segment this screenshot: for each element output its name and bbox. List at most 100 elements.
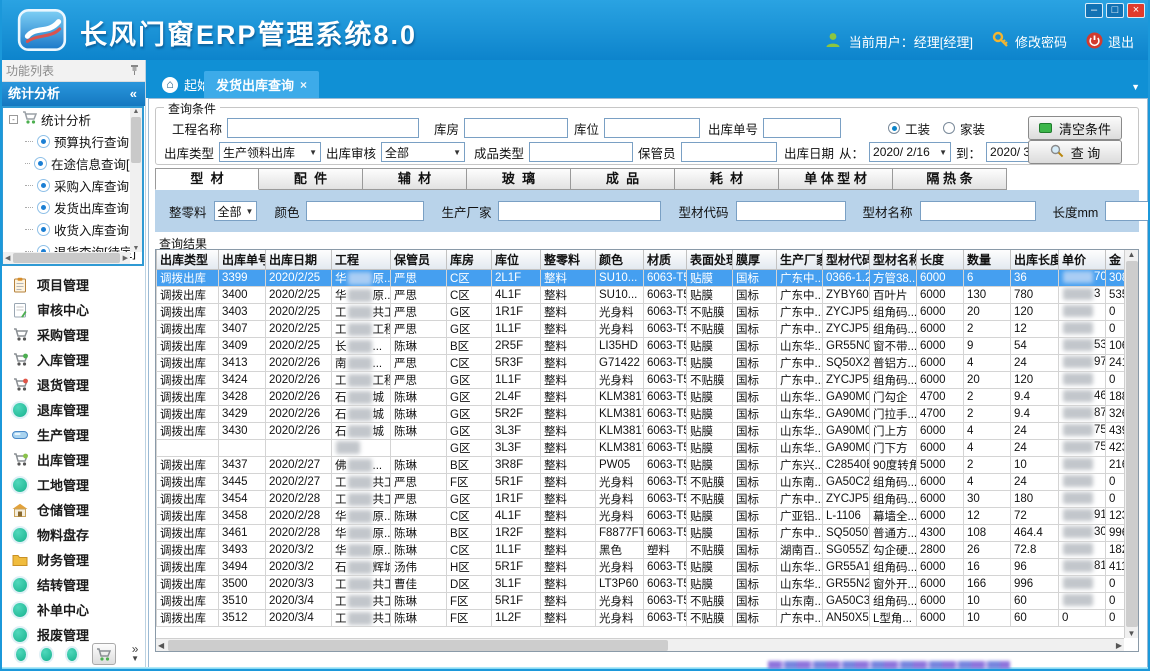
tree-item[interactable]: 在途信息查询[待 [3, 152, 142, 174]
close-button[interactable]: × [1127, 3, 1145, 18]
table-vertical-scrollbar[interactable]: ▲▼ [1124, 250, 1138, 638]
outbound-type-select[interactable]: 生产领料出库▼ [219, 142, 321, 162]
column-header[interactable]: 出库长度 [1011, 250, 1059, 269]
column-header[interactable]: 金 [1106, 250, 1125, 269]
sidebar-item[interactable]: 仓储管理 [0, 497, 145, 522]
tree-item[interactable]: 发货出库查询 [3, 196, 142, 218]
column-header[interactable]: 型材代码 [823, 250, 870, 269]
length-input[interactable] [1105, 201, 1150, 221]
whole-piece-select[interactable]: 全部▼ [214, 201, 258, 221]
cart-shortcut-button[interactable] [92, 643, 116, 665]
sidebar-item[interactable]: 审核中心 [0, 297, 145, 322]
sidebar-item[interactable]: 项目管理 [0, 272, 145, 297]
radio-gongzhuang[interactable] [888, 122, 900, 134]
column-header[interactable]: 膜厚 [733, 250, 777, 269]
profile-name-input[interactable] [920, 201, 1036, 221]
material-tab[interactable]: 隔 热 条 [893, 168, 1007, 190]
column-header[interactable]: 长度 [917, 250, 964, 269]
stats-section-header[interactable]: 统计分析 « [0, 82, 145, 106]
minimize-button[interactable]: – [1085, 3, 1103, 18]
collapse-icon[interactable]: « [130, 82, 137, 106]
clear-conditions-button[interactable]: 清空条件 [1028, 116, 1122, 140]
sidebar-item[interactable]: 工地管理 [0, 472, 145, 497]
table-row[interactable]: 调拨出库34002020/2/25华原..严思C区4L1F整料SU10...60… [157, 286, 1125, 303]
column-header[interactable]: 数量 [964, 250, 1011, 269]
table-row[interactable]: 调拨出库34242020/2/26工工程严思G区1L1F整料光身料6063-T5… [157, 371, 1125, 388]
project-name-input[interactable] [227, 118, 419, 138]
material-tab[interactable]: 辅 材 [363, 168, 467, 190]
search-button[interactable]: 查 询 [1028, 140, 1122, 164]
table-row[interactable]: 调拨出库34292020/2/26石城陈琳G区5R2F整料KLM38176063… [157, 405, 1125, 422]
sidebar-item[interactable]: 生产管理 [0, 422, 145, 447]
tree-root[interactable]: - 统计分析 [3, 108, 142, 130]
table-row[interactable]: 调拨出库34932020/3/2华原...陈琳C区1L1F整料黑色塑料不贴膜国标… [157, 541, 1125, 558]
column-header[interactable]: 保管员 [391, 250, 447, 269]
material-tab[interactable]: 配 件 [259, 168, 363, 190]
column-header[interactable]: 库房 [447, 250, 492, 269]
tab-close-icon[interactable]: × [300, 78, 307, 92]
tab-shipment-outbound-query[interactable]: 发货出库查询 × [204, 71, 319, 98]
maximize-button[interactable]: □ [1106, 3, 1124, 18]
profile-code-input[interactable] [736, 201, 846, 221]
column-header[interactable]: 出库类型 [157, 250, 219, 269]
material-tab[interactable]: 耗 材 [675, 168, 779, 190]
tree-item[interactable]: 采购入库查询 [3, 174, 142, 196]
material-tab[interactable]: 型 材 [155, 168, 259, 190]
quick-dot-icon[interactable] [16, 648, 26, 661]
table-row[interactable]: 调拨出库34132020/2/26南...严思C区5R3F整料G71422606… [157, 354, 1125, 371]
tree-vertical-scrollbar[interactable]: ▲▼ [130, 108, 142, 252]
change-password[interactable]: 修改密码 [992, 31, 1067, 52]
order-no-input[interactable] [763, 118, 841, 138]
sidebar-item[interactable]: 结转管理 [0, 572, 145, 597]
sidebar-item[interactable]: 退货管理 [0, 372, 145, 397]
sidebar-item[interactable]: 补单中心 [0, 597, 145, 622]
sidebar-item[interactable]: 物料盘存 [0, 522, 145, 547]
column-header[interactable]: 型材名称 [870, 250, 917, 269]
column-header[interactable]: 表面处理 [687, 250, 733, 269]
product-type-input[interactable] [529, 142, 633, 162]
table-row[interactable]: 调拨出库34942020/3/2石辉城汤伟H区5R1F整料光身料6063-T5贴… [157, 558, 1125, 575]
column-header[interactable]: 库位 [492, 250, 541, 269]
material-tab[interactable]: 单 体 型 材 [779, 168, 893, 190]
date-from-select[interactable]: 2020/ 2/16▼ [869, 142, 951, 162]
table-row[interactable]: 调拨出库35122020/3/4工共工程陈琳F区1L2F整料光身料6063-T5… [157, 609, 1125, 626]
location-input[interactable] [604, 118, 700, 138]
maker-input[interactable] [498, 201, 661, 221]
tree-item[interactable]: 预算执行查询 [3, 130, 142, 152]
table-horizontal-scrollbar[interactable]: ◀▶ [156, 638, 1124, 651]
column-header[interactable]: 工程 [332, 250, 391, 269]
column-header[interactable]: 颜色 [596, 250, 644, 269]
column-header[interactable]: 材质 [644, 250, 687, 269]
column-header[interactable]: 出库单号 [219, 250, 266, 269]
column-header[interactable]: 出库日期 [266, 250, 332, 269]
keeper-input[interactable] [681, 142, 777, 162]
table-row[interactable]: 调拨出库34032020/2/25工共工程严思G区1R1F整料光身料6063-T… [157, 303, 1125, 320]
table-row[interactable]: 调拨出库34582020/2/28华原...陈琳C区4L1F整料光身料6063-… [157, 507, 1125, 524]
logout[interactable]: 退出 [1086, 32, 1134, 52]
material-tab[interactable]: 玻 璃 [467, 168, 571, 190]
column-header[interactable]: 整零料 [541, 250, 596, 269]
tree-horizontal-scrollbar[interactable]: ◀▶ [3, 252, 130, 264]
sidebar-item[interactable]: 入库管理 [0, 347, 145, 372]
tree-expander-icon[interactable]: - [9, 115, 18, 124]
table-row[interactable]: 调拨出库34542020/2/28工共工程严思G区1R1F整料光身料6063-T… [157, 490, 1125, 507]
table-row[interactable]: 调拨出库34282020/2/26石城陈琳G区2L4F整料KLM38176063… [157, 388, 1125, 405]
color-input[interactable] [306, 201, 424, 221]
sidebar-item[interactable]: 财务管理 [0, 547, 145, 572]
warehouse-input[interactable] [464, 118, 568, 138]
table-row[interactable]: 调拨出库35002020/3/3工共工程曹佳D区3L1F整料LT3P606063… [157, 575, 1125, 592]
table-row[interactable]: 调拨出库34302020/2/26石城陈琳G区3L3F整料KLM38176063… [157, 422, 1125, 439]
tabbar-overflow-icon[interactable]: ▼ [1131, 82, 1140, 92]
quick-dot-icon[interactable] [41, 648, 51, 661]
radio-jiazhuang[interactable] [943, 122, 955, 134]
tree-item[interactable]: 收货入库查询 [3, 218, 142, 240]
table-row[interactable]: 调拨出库35102020/3/4工共工程陈琳F区5R1F整料光身料6063-T5… [157, 592, 1125, 609]
sidebar-item[interactable]: 采购管理 [0, 322, 145, 347]
pin-icon[interactable] [130, 60, 139, 82]
quick-dot-icon[interactable] [67, 648, 77, 661]
table-row[interactable]: 调拨出库34372020/2/27佛...陈琳B区3R8F整料PW056063-… [157, 456, 1125, 473]
table-row[interactable]: 调拨出库34092020/2/25长...陈琳B区2R5F整料LI35HD606… [157, 337, 1125, 354]
table-row[interactable]: 调拨出库34452020/2/27工共工程严思F区5R1F整料光身料6063-T… [157, 473, 1125, 490]
column-header[interactable]: 单价 [1059, 250, 1106, 269]
column-header[interactable]: 生产厂家 [777, 250, 823, 269]
